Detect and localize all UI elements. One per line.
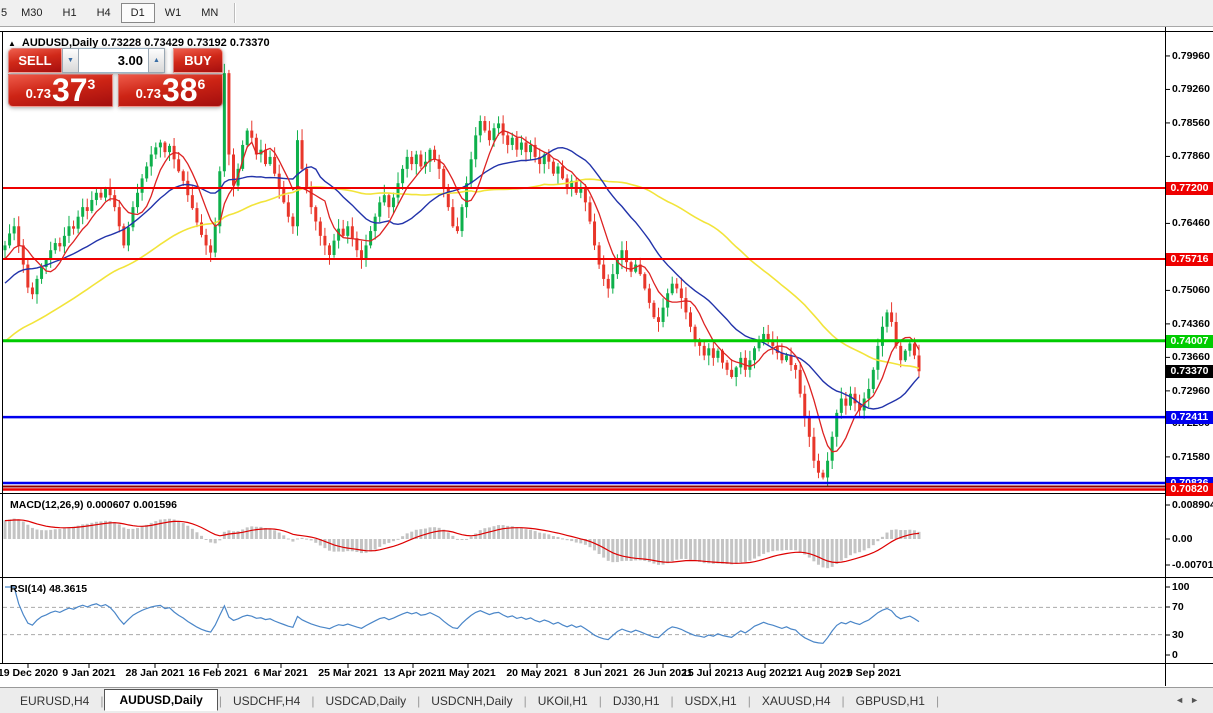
volume-input[interactable] <box>79 48 148 73</box>
chart-tab-gbpusd[interactable]: GBPUSD,H1 <box>846 691 935 711</box>
tab-separator: | <box>524 694 527 708</box>
chart-tab-usdx[interactable]: USDX,H1 <box>675 691 747 711</box>
tab-separator: | <box>936 694 939 708</box>
chart-tab-usdcnh[interactable]: USDCNH,Daily <box>421 691 522 711</box>
timeframe-toolbar: 5M30H1H4D1W1MN <box>0 0 1213 27</box>
buy-price-base: 0.73 <box>136 86 161 101</box>
chart-tab-usdcad[interactable]: USDCAD,Daily <box>315 691 416 711</box>
tab-separator: | <box>842 694 845 708</box>
timeframe-button-h1[interactable]: H1 <box>53 3 87 23</box>
timeframe-button-m5[interactable]: 5 <box>0 3 11 23</box>
buy-price-pips: 38 <box>162 75 198 105</box>
chart-tab-audusd[interactable]: AUDUSD,Daily <box>104 689 217 711</box>
sell-price-pips: 37 <box>52 75 88 105</box>
tab-separator: | <box>671 694 674 708</box>
chart-tab-eurusd[interactable]: EURUSD,H4 <box>10 691 99 711</box>
tab-separator: | <box>599 694 602 708</box>
tab-scroll-arrows[interactable]: ◄► <box>1175 695 1205 705</box>
volume-increase-button[interactable]: ▲ <box>148 48 165 73</box>
timeframe-button-w1[interactable]: W1 <box>155 3 192 23</box>
volume-decrease-button[interactable]: ▼ <box>62 48 79 73</box>
sell-price-base: 0.73 <box>26 86 51 101</box>
tab-scroll-right-icon[interactable]: ► <box>1190 695 1205 705</box>
timeframe-button-d1[interactable]: D1 <box>121 3 155 23</box>
tab-scroll-left-icon[interactable]: ◄ <box>1175 695 1190 705</box>
buy-price-display[interactable]: 0.73 38 6 <box>118 74 223 107</box>
timeframe-button-m30[interactable]: M30 <box>11 3 52 23</box>
chart-tab-xauusd[interactable]: XAUUSD,H4 <box>752 691 841 711</box>
buy-button[interactable]: BUY <box>173 48 223 73</box>
trading-platform-window: 5M30H1H4D1W1MN ▲ AUDUSD,Daily 0.73228 0.… <box>0 0 1213 713</box>
sell-button[interactable]: SELL <box>8 48 62 73</box>
chart-canvas[interactable] <box>0 26 1213 688</box>
sell-price-point: 3 <box>88 76 96 92</box>
tab-separator: | <box>311 694 314 708</box>
sell-price-display[interactable]: 0.73 37 3 <box>8 74 113 107</box>
spinner-up-icon: ▲ <box>153 57 160 64</box>
buy-price-point: 6 <box>198 76 206 92</box>
tab-separator: | <box>417 694 420 708</box>
tab-separator: | <box>219 694 222 708</box>
tab-separator: | <box>748 694 751 708</box>
chart-tabs-bar: ◄► EURUSD,H4|AUDUSD,Daily|USDCHF,H4|USDC… <box>0 687 1213 713</box>
chart-tab-dj30[interactable]: DJ30,H1 <box>603 691 670 711</box>
tab-separator: | <box>100 694 103 708</box>
spinner-down-icon: ▼ <box>67 57 74 64</box>
timeframe-button-mn[interactable]: MN <box>191 3 228 23</box>
toolbar-separator <box>234 3 236 23</box>
timeframe-button-h4[interactable]: H4 <box>87 3 121 23</box>
chart-tab-usdchf[interactable]: USDCHF,H4 <box>223 691 310 711</box>
one-click-trade-widget: SELL ▼ ▲ BUY 0.73 37 3 0.73 38 6 <box>8 48 223 107</box>
chart-tab-ukoil[interactable]: UKOil,H1 <box>528 691 598 711</box>
